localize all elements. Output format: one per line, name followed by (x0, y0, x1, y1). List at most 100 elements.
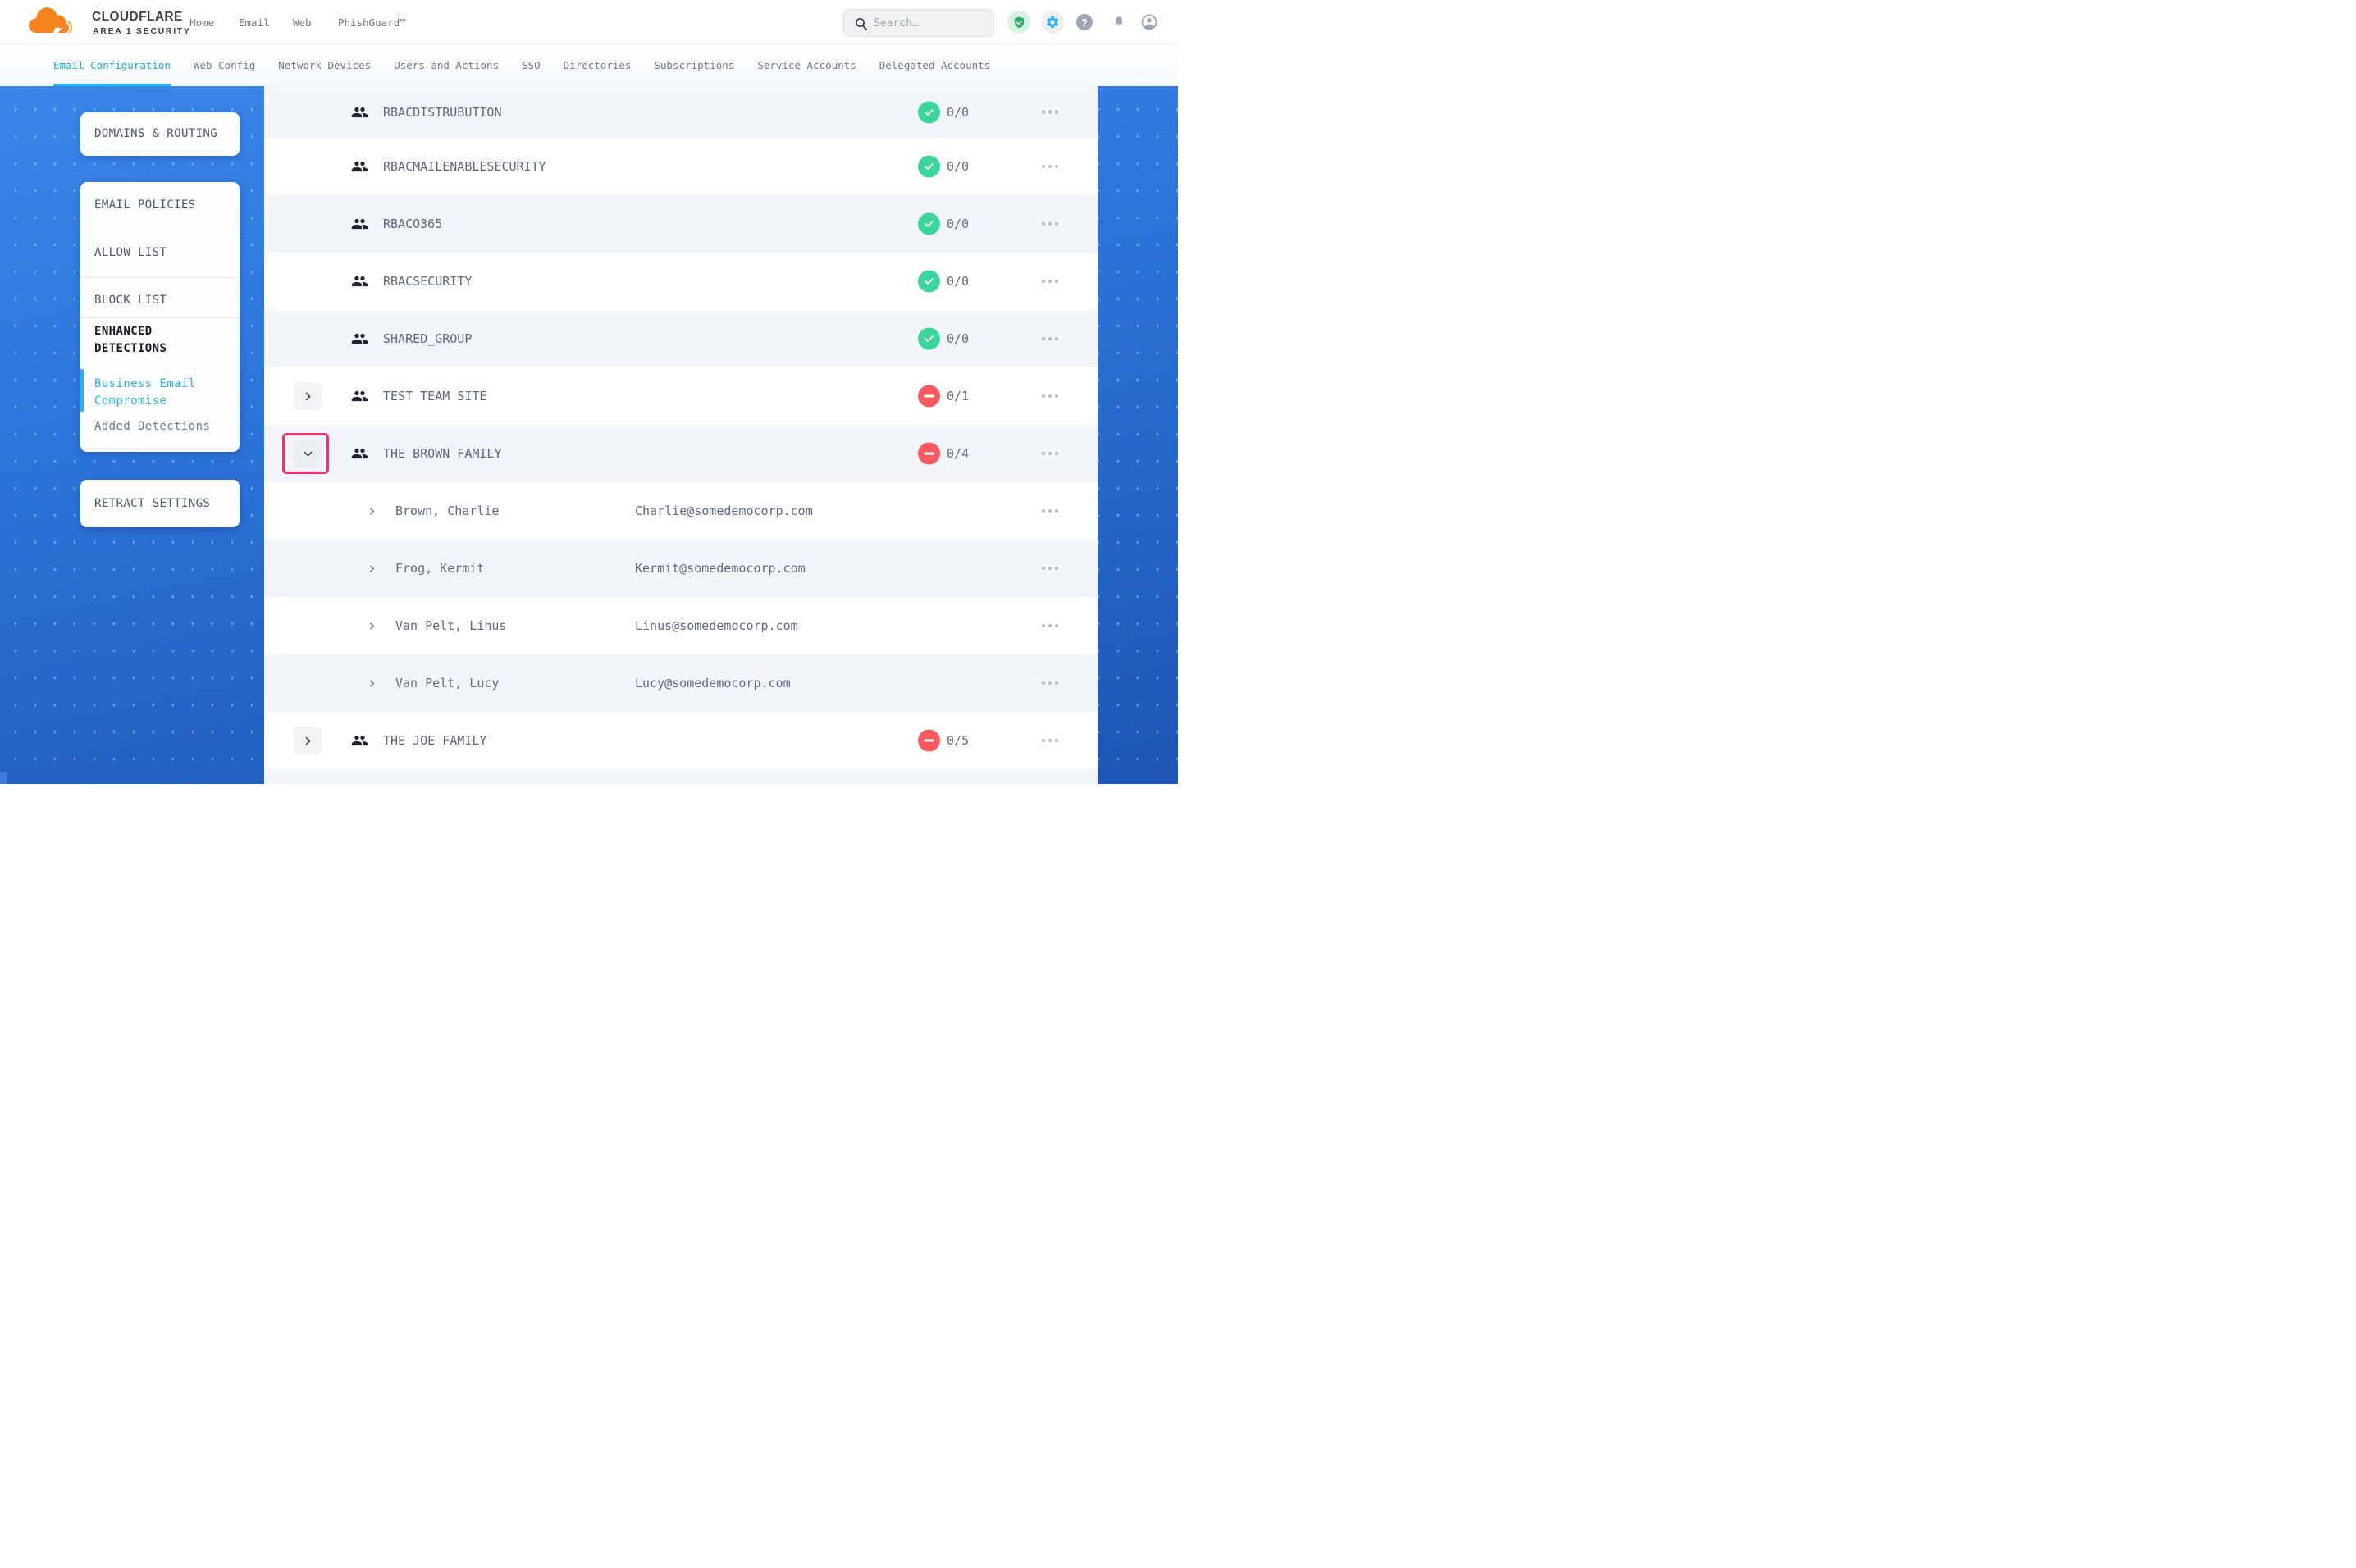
status-badge (918, 213, 940, 235)
group-icon (351, 216, 368, 233)
search-input[interactable] (874, 10, 989, 36)
group-count: 0/0 (947, 217, 969, 231)
row-actions-button[interactable] (1038, 215, 1062, 233)
member-row: Van Pelt, Linus Linus@somedemocorp.com (264, 597, 1098, 654)
sidebar-card-policies: EMAIL POLICIES ALLOW LIST BLOCK LIST ENH… (80, 182, 240, 452)
row-actions-button[interactable] (1038, 157, 1062, 175)
tab-sso[interactable]: SSO (522, 45, 541, 86)
sidebar-item-email-policies[interactable]: EMAIL POLICIES (94, 197, 227, 214)
sidebar-item-retract-settings[interactable]: RETRACT SETTINGS (94, 495, 227, 513)
row-actions-button[interactable] (1038, 559, 1062, 577)
group-icon (351, 273, 368, 290)
sidebar-item-allow-list[interactable]: ALLOW LIST (94, 244, 227, 262)
sidebar-item-enhanced-detections[interactable]: ENHANCED DETECTIONS (94, 323, 217, 358)
member-row: Brown, CharlieCharlie@somedemocorp.com (264, 482, 1098, 540)
status-badge (918, 101, 940, 123)
partial-row (264, 769, 1098, 784)
member-name: Frog, Kermit (395, 561, 484, 576)
sidebar-item-block-list[interactable]: BLOCK LIST (94, 292, 227, 309)
expand-toggle-button[interactable] (294, 440, 322, 467)
member-email: Kermit@somedemocorp.com (635, 561, 806, 576)
cloudflare-logo-icon (21, 5, 89, 41)
nav-item-email[interactable]: Email (239, 0, 270, 45)
scroll-notch (0, 772, 7, 784)
group-count: 0/0 (947, 105, 969, 120)
divider (80, 277, 240, 278)
member-name: Van Pelt, Linus (395, 618, 506, 633)
row-actions-button[interactable] (1038, 103, 1062, 121)
row-actions-button[interactable] (1038, 502, 1062, 520)
group-row: THE BROWN FAMILY 0/4 (264, 425, 1098, 482)
tab-delegated-accounts[interactable]: Delegated Accounts (879, 45, 990, 86)
group-row: RBACMAILENABLESECURITY0/0 (264, 138, 1098, 195)
group-name: THE JOE FAMILY (383, 733, 486, 748)
bell-icon[interactable] (1107, 11, 1130, 34)
nav-item-web[interactable]: Web (293, 0, 312, 45)
tab-network-devices[interactable]: Network Devices (278, 45, 371, 86)
nav-item-phishguard[interactable]: PhishGuard™ (338, 0, 406, 45)
status-badge (918, 156, 940, 178)
status-badge (918, 271, 940, 293)
divider (80, 317, 240, 318)
group-icon (351, 330, 368, 348)
chevron-right-icon (368, 618, 376, 634)
row-actions-button[interactable] (1038, 387, 1062, 405)
group-row: RBACO365 0/0 (264, 195, 1098, 253)
status-badge (918, 328, 940, 350)
row-actions-button[interactable] (1038, 674, 1062, 692)
tab-directories[interactable]: Directories (564, 45, 632, 86)
group-name: RBACO365 (383, 217, 442, 231)
group-name: RBACDISTRUBUTION (383, 105, 502, 120)
tab-subscriptions[interactable]: Subscriptions (654, 45, 734, 86)
active-item-indicator (80, 369, 84, 412)
row-actions-button[interactable] (1038, 444, 1062, 463)
expand-toggle-button[interactable] (294, 727, 322, 754)
config-tab-bar: Email Configuration Web Config Network D… (0, 45, 1178, 86)
chevron-right-icon (368, 676, 376, 691)
group-count: 0/5 (947, 733, 969, 748)
row-actions-button[interactable] (1038, 330, 1062, 348)
account-icon[interactable] (1138, 11, 1161, 34)
row-actions-button[interactable] (1038, 272, 1062, 290)
sidebar-item-business-email-compromise[interactable]: Business Email Compromise (94, 376, 217, 410)
group-row: RBACSECURITY0/0 (264, 253, 1098, 310)
group-icon (351, 388, 368, 405)
tab-users-and-actions[interactable]: Users and Actions (394, 45, 499, 86)
member-email: Linus@somedemocorp.com (635, 618, 798, 633)
group-icon (351, 103, 368, 121)
member-row: Van Pelt, LucyLucy@somedemocorp.com (264, 654, 1098, 712)
status-badge (918, 385, 940, 408)
chevron-right-icon (368, 561, 376, 577)
app-window: CLOUDFLARE AREA 1 SECURITY Home Email We… (0, 0, 1178, 784)
sidebar-card-retract: RETRACT SETTINGS (80, 480, 240, 527)
sidebar-item-added-detections[interactable]: Added Detections (94, 418, 227, 435)
group-count: 0/4 (947, 446, 969, 461)
group-count: 0/1 (947, 389, 969, 403)
search-icon (855, 17, 868, 30)
group-row: THE JOE FAMILY 0/5 (264, 712, 1098, 769)
expand-toggle-button[interactable] (294, 382, 322, 410)
group-icon (351, 732, 368, 750)
sidebar-card-domains: DOMAINS & ROUTING (80, 112, 240, 156)
group-row: SHARED_GROUP0/0 (264, 310, 1098, 367)
group-count: 0/0 (947, 159, 969, 174)
top-header: CLOUDFLARE AREA 1 SECURITY Home Email We… (0, 0, 1178, 45)
group-row: RBACDISTRUBUTION 0/0 (264, 86, 1098, 138)
group-count: 0/0 (947, 274, 969, 289)
nav-item-home[interactable]: Home (189, 0, 214, 45)
group-name: TEST TEAM SITE (383, 389, 486, 403)
tab-service-accounts[interactable]: Service Accounts (757, 45, 856, 86)
member-row: Frog, Kermit Kermit@somedemocorp.com (264, 540, 1098, 597)
group-name: THE BROWN FAMILY (383, 446, 502, 461)
tab-web-config[interactable]: Web Config (194, 45, 255, 86)
security-shield-icon[interactable] (1007, 11, 1030, 34)
chevron-right-icon (368, 504, 376, 519)
member-name: Van Pelt, Lucy (395, 676, 499, 691)
gear-icon[interactable] (1041, 11, 1064, 34)
group-icon (351, 158, 368, 175)
tab-email-configuration[interactable]: Email Configuration (53, 45, 171, 86)
help-icon[interactable]: ? (1073, 11, 1096, 34)
row-actions-button[interactable] (1038, 732, 1062, 750)
sidebar-item-domains-routing[interactable]: DOMAINS & ROUTING (94, 125, 227, 143)
row-actions-button[interactable] (1038, 617, 1062, 635)
